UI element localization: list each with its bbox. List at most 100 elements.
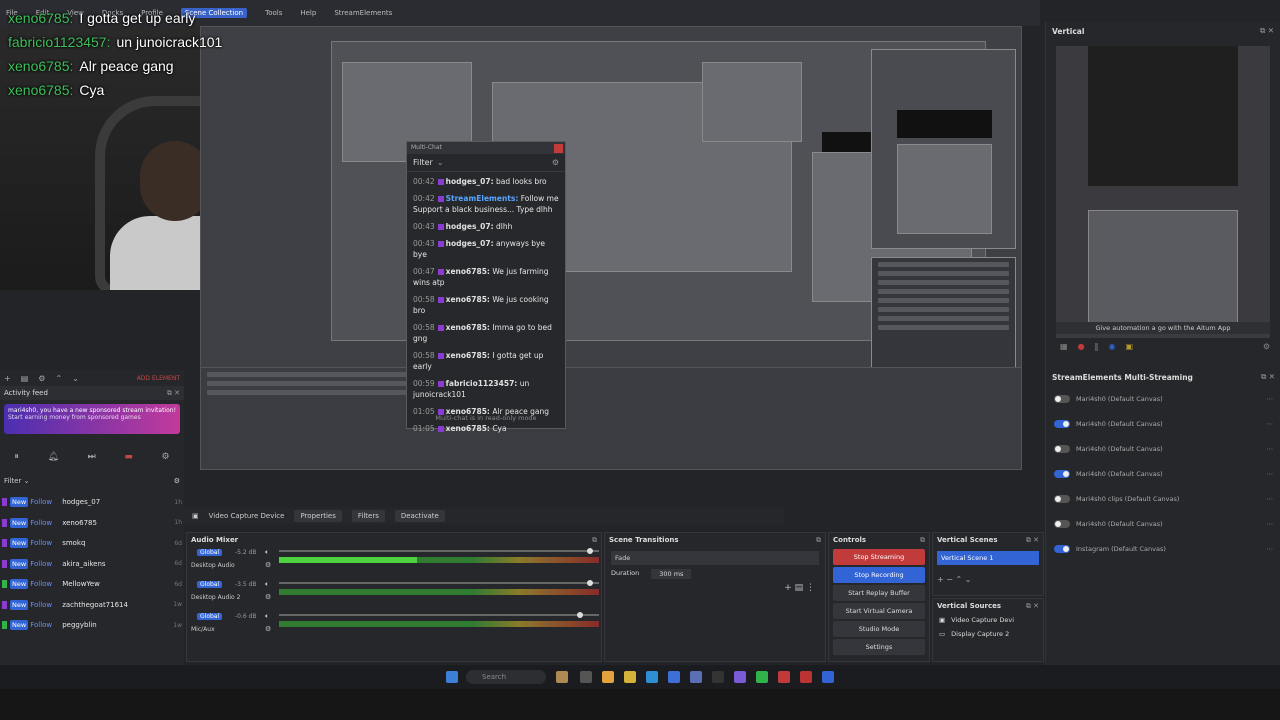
menu-streamelements[interactable]: StreamElements [334,9,392,17]
more-icon[interactable]: ⋮ [806,583,815,593]
file-explorer-icon[interactable] [602,671,614,683]
close-icon[interactable] [554,144,563,153]
channel-toggle[interactable] [1054,544,1070,553]
more-icon[interactable]: ⋯ [1267,420,1274,428]
mail-icon[interactable] [690,671,702,683]
mute-icon[interactable]: ▬ [124,452,133,462]
vertical-scene-item[interactable]: Vertical Scene 1 [937,551,1039,565]
follower-row[interactable]: New Follow xeno6785 1h [0,513,184,534]
taskbar-search[interactable]: Search [466,670,546,684]
settings-icon[interactable]: ⚙ [162,452,170,462]
settings-button[interactable]: Settings [833,639,925,655]
channel-settings-icon[interactable]: ⚙ [265,625,271,633]
obs-icon[interactable] [712,671,724,683]
deactivate-button[interactable]: Deactivate [394,510,445,522]
studio-mode-button[interactable]: Studio Mode [833,621,925,637]
follower-row[interactable]: New Follow akira_aikens 6d [0,554,184,575]
follower-row[interactable]: New Follow zachthegoat71614 1w [0,595,184,616]
trash-icon[interactable]: ▤ [21,374,29,383]
arrow-down-icon[interactable]: ⌄ [965,575,972,584]
arrow-down-icon[interactable]: ⌄ [72,374,79,383]
add-icon[interactable]: + [4,374,11,383]
task-view-icon[interactable] [580,671,592,683]
add-element-button[interactable]: ADD ELEMENT [137,375,180,382]
bell-icon[interactable]: 🔔︎ [48,452,59,462]
channel-toggle[interactable] [1054,419,1070,428]
layout-icon[interactable]: ▦ [1060,342,1068,356]
multichat-window[interactable]: Multi-Chat Filter ⌄ ⚙ 00:42 hodges_07: ba… [406,141,566,433]
channel-toggle[interactable] [1054,494,1070,503]
more-icon[interactable]: ⋯ [1267,495,1274,503]
arrow-up-icon[interactable]: ⌃ [956,575,963,584]
speaker-icon[interactable]: 🔈︎ [265,580,269,589]
stop-streaming-button[interactable]: Stop Streaming [833,549,925,565]
fader-knob[interactable] [586,548,593,554]
sponsored-promo-banner[interactable]: mari4sh0, you have a new sponsored strea… [4,404,180,434]
speaker-icon[interactable]: 🔈︎ [265,612,269,621]
vertical-preview[interactable] [1056,46,1270,338]
app-icon[interactable] [822,671,834,683]
dock-controls-icon[interactable]: ⧉ ✕ [1026,536,1039,545]
spotify-icon[interactable] [756,671,768,683]
skip-icon[interactable]: ⏭ [88,452,96,462]
channel-toggle[interactable] [1054,394,1070,403]
discord-icon[interactable] [734,671,746,683]
add-icon[interactable]: + [784,583,792,593]
start-virtual-camera-button[interactable]: Start Virtual Camera [833,603,925,619]
automation-banner[interactable]: Give automation a go with the Aitum App [1056,322,1270,334]
duration-input[interactable]: 300 ms [651,569,692,579]
properties-button[interactable]: Properties [294,510,342,522]
gear-icon[interactable]: ⚙ [1263,342,1270,356]
fader-knob[interactable] [586,580,593,586]
fader-knob[interactable] [577,612,584,618]
multichat-filter[interactable]: Filter ⌄ ⚙ [407,154,565,172]
channel-settings-icon[interactable]: ⚙ [265,593,271,601]
dock-float-icon[interactable]: ⧉ [592,536,597,545]
add-icon[interactable]: + [937,575,944,584]
follower-row[interactable]: New Follow MellowYew 6d [0,574,184,595]
folder-icon[interactable] [624,671,636,683]
dock-float-icon[interactable]: ⧉ [920,536,925,545]
follower-row[interactable]: New Follow peggyblin 1w [0,615,184,636]
dock-controls-icon[interactable]: ⧉ ✕ [1026,602,1039,611]
record-icon[interactable]: ● [1078,342,1085,356]
app-icon[interactable] [556,671,568,683]
more-icon[interactable]: ⋯ [1267,395,1274,403]
obs-preview[interactable] [200,26,1022,470]
gear-icon[interactable]: ⚙ [174,477,180,485]
arrow-up-icon[interactable]: ⌃ [55,374,62,383]
more-icon[interactable]: ⋯ [1267,520,1274,528]
camera-icon[interactable]: ▣ [1126,342,1134,356]
start-replay-buffer-button[interactable]: Start Replay Buffer [833,585,925,601]
transition-select[interactable]: Fade [611,551,819,565]
stop-recording-button[interactable]: Stop Recording [833,567,925,583]
channel-toggle[interactable] [1054,519,1070,528]
channel-toggle[interactable] [1054,444,1070,453]
follower-row[interactable]: New Follow smokq 6d [0,533,184,554]
volume-fader[interactable] [279,580,599,586]
more-icon[interactable]: ⋯ [1267,445,1274,453]
dock-controls-icon[interactable]: ⧉ ✕ [1261,372,1275,382]
minus-icon[interactable]: − [946,575,953,584]
windows-start-icon[interactable] [446,671,458,683]
channel-settings-icon[interactable]: ⚙ [265,561,271,569]
trash-icon[interactable]: ▤ [795,583,804,593]
app-icon[interactable] [778,671,790,683]
speaker-icon[interactable]: 🔈︎ [265,548,269,557]
app-icon[interactable] [800,671,812,683]
multichat-message-list[interactable]: 00:42 hodges_07: bad looks bro 00:42 Stream… [407,172,565,444]
vertical-source-item[interactable]: ▭ Display Capture 2 [933,627,1043,641]
activity-filter[interactable]: Filter ⌄ ⚙ [0,474,184,488]
replay-icon[interactable]: ◉ [1109,342,1116,356]
more-icon[interactable]: ⋯ [1267,545,1274,553]
dock-controls-icon[interactable]: ⧉ ✕ [1260,26,1274,36]
pause-icon[interactable]: ‖ [1095,342,1099,356]
volume-fader[interactable] [279,612,599,618]
dock-controls-icon[interactable]: ⧉ ✕ [167,389,180,398]
settings-icon[interactable]: ⚙ [552,158,559,167]
pause-icon[interactable]: ⏸ [14,452,19,462]
channel-toggle[interactable] [1054,469,1070,478]
more-icon[interactable]: ⋯ [1267,470,1274,478]
follower-row[interactable]: New Follow hodges_07 1h [0,492,184,513]
dock-float-icon[interactable]: ⧉ [816,536,821,545]
